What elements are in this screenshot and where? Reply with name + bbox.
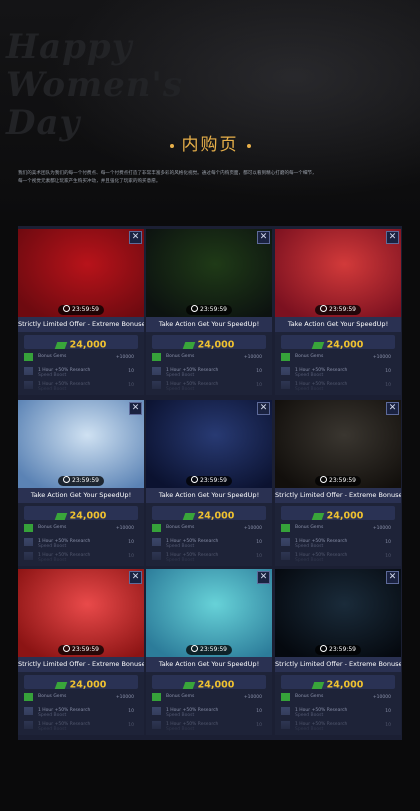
page-description: 我们的美术团队为我们的每一个付费点、每一个付费点打造了非常丰富多彩的风格化视觉。… (18, 171, 317, 184)
gem-icon (54, 513, 67, 520)
gem-icon (54, 342, 67, 349)
offer-caption: Take Action Get Your SpeedUp! (146, 488, 272, 503)
price-button[interactable]: 24,000 (24, 675, 138, 691)
clock-icon (63, 305, 71, 312)
reward-icon (281, 353, 290, 361)
offer-caption: Strictly Limited Offer - Extreme Bonuses… (18, 317, 144, 332)
reward-row: Bonus Gems +10000 (24, 352, 138, 364)
price-button[interactable]: 24,000 (24, 335, 138, 351)
offer-card[interactable]: ✕ 23:59:59 Take Action Get Your SpeedUp! 24… (146, 229, 272, 395)
offer-caption: Take Action Get Your SpeedUp! (18, 488, 144, 503)
offer-artwork (146, 400, 272, 488)
reward-icon (281, 693, 290, 701)
offer-card[interactable]: ✕ 23:59:59 Strictly Limited Offer - Extrem… (275, 569, 401, 735)
offer-artwork (275, 229, 401, 317)
countdown-timer: 23:59:59 (315, 305, 361, 315)
offer-card[interactable]: ✕ 23:59:59 Take Action Get Your SpeedUp! 24… (275, 229, 401, 395)
price-button[interactable]: 24,000 (152, 335, 266, 351)
close-icon[interactable]: ✕ (129, 231, 142, 244)
reward-row: Bonus Gems +10000 (24, 692, 138, 704)
reward-icon (152, 693, 161, 701)
offer-card[interactable]: ✕ 23:59:59 Strictly Limited Offer - Extrem… (275, 400, 401, 566)
offer-card[interactable]: ✕ 23:59:59 Take Action Get Your SpeedUp! 24… (18, 400, 144, 566)
clock-icon (191, 645, 199, 652)
countdown-timer: 23:59:59 (315, 645, 361, 655)
close-icon[interactable]: ✕ (257, 402, 270, 415)
countdown-timer: 23:59:59 (186, 645, 232, 655)
clock-icon (320, 645, 328, 652)
offer-card[interactable]: ✕ 23:59:59 Strictly Limited Offer - Extrem… (18, 569, 144, 735)
close-icon[interactable]: ✕ (386, 571, 399, 584)
countdown-timer: 23:59:59 (58, 305, 104, 315)
reward-icon (281, 524, 290, 532)
reward-icon (152, 524, 161, 532)
price-button[interactable]: 24,000 (281, 335, 395, 351)
reward-icon (24, 353, 33, 361)
price-button[interactable]: 24,000 (152, 506, 266, 522)
reward-row: Bonus Gems +10000 (24, 523, 138, 535)
price-button[interactable]: 24,000 (281, 675, 395, 691)
reward-icon (152, 353, 161, 361)
offer-artwork (275, 569, 401, 657)
clock-icon (63, 476, 71, 483)
close-icon[interactable]: ✕ (129, 571, 142, 584)
countdown-timer: 23:59:59 (186, 476, 232, 486)
reward-row: Bonus Gems +10000 (281, 692, 395, 704)
reward-icon (24, 524, 33, 532)
gem-icon (311, 513, 324, 520)
close-icon[interactable]: ✕ (386, 402, 399, 415)
clock-icon (320, 305, 328, 312)
reward-row: Bonus Gems +10000 (152, 352, 266, 364)
offer-artwork (18, 400, 144, 488)
page-title: 内购页 (162, 130, 259, 155)
gem-icon (182, 513, 195, 520)
countdown-timer: 23:59:59 (315, 476, 361, 486)
offer-card[interactable]: ✕ 23:59:59 Take Action Get Your SpeedUp! 24… (146, 569, 272, 735)
reward-row: Bonus Gems +10000 (152, 692, 266, 704)
close-icon[interactable]: ✕ (129, 402, 142, 415)
gem-icon (182, 342, 195, 349)
gem-icon (54, 682, 67, 689)
offer-artwork (146, 229, 272, 317)
offer-caption: Strictly Limited Offer - Extreme Bonuses… (275, 488, 401, 503)
offer-artwork (146, 569, 272, 657)
countdown-timer: 23:59:59 (186, 305, 232, 315)
close-icon[interactable]: ✕ (257, 571, 270, 584)
countdown-timer: 23:59:59 (58, 645, 104, 655)
offer-artwork (18, 229, 144, 317)
clock-icon (63, 645, 71, 652)
clock-icon (191, 476, 199, 483)
offer-card[interactable]: ✕ 23:59:59 Strictly Limited Offer - Extrem… (18, 229, 144, 395)
offer-caption: Take Action Get Your SpeedUp! (275, 317, 401, 332)
reward-icon (24, 693, 33, 701)
offer-artwork (275, 400, 401, 488)
offer-caption: Take Action Get Your SpeedUp! (146, 317, 272, 332)
gem-icon (182, 682, 195, 689)
countdown-timer: 23:59:59 (58, 476, 104, 486)
hero-background-text: Happy Women's Day (6, 27, 183, 143)
offer-artwork (18, 569, 144, 657)
close-icon[interactable]: ✕ (386, 231, 399, 244)
close-icon[interactable]: ✕ (257, 231, 270, 244)
reward-row: Bonus Gems +10000 (281, 352, 395, 364)
reward-row: Bonus Gems +10000 (152, 523, 266, 535)
price-button[interactable]: 24,000 (24, 506, 138, 522)
hero-banner: Happy Women's Day 内购页 我们的美术团队为我们的每一个付费点、… (0, 0, 420, 220)
offer-caption: Strictly Limited Offer - Extreme Bonuses… (18, 657, 144, 672)
reward-row: Bonus Gems +10000 (281, 523, 395, 535)
offer-caption: Strictly Limited Offer - Extreme Bonuses… (275, 657, 401, 672)
gem-icon (311, 682, 324, 689)
offer-card[interactable]: ✕ 23:59:59 Take Action Get Your SpeedUp! 24… (146, 400, 272, 566)
gem-icon (311, 342, 324, 349)
offer-caption: Take Action Get Your SpeedUp! (146, 657, 272, 672)
clock-icon (320, 476, 328, 483)
price-button[interactable]: 24,000 (281, 506, 395, 522)
clock-icon (191, 305, 199, 312)
price-button[interactable]: 24,000 (152, 675, 266, 691)
